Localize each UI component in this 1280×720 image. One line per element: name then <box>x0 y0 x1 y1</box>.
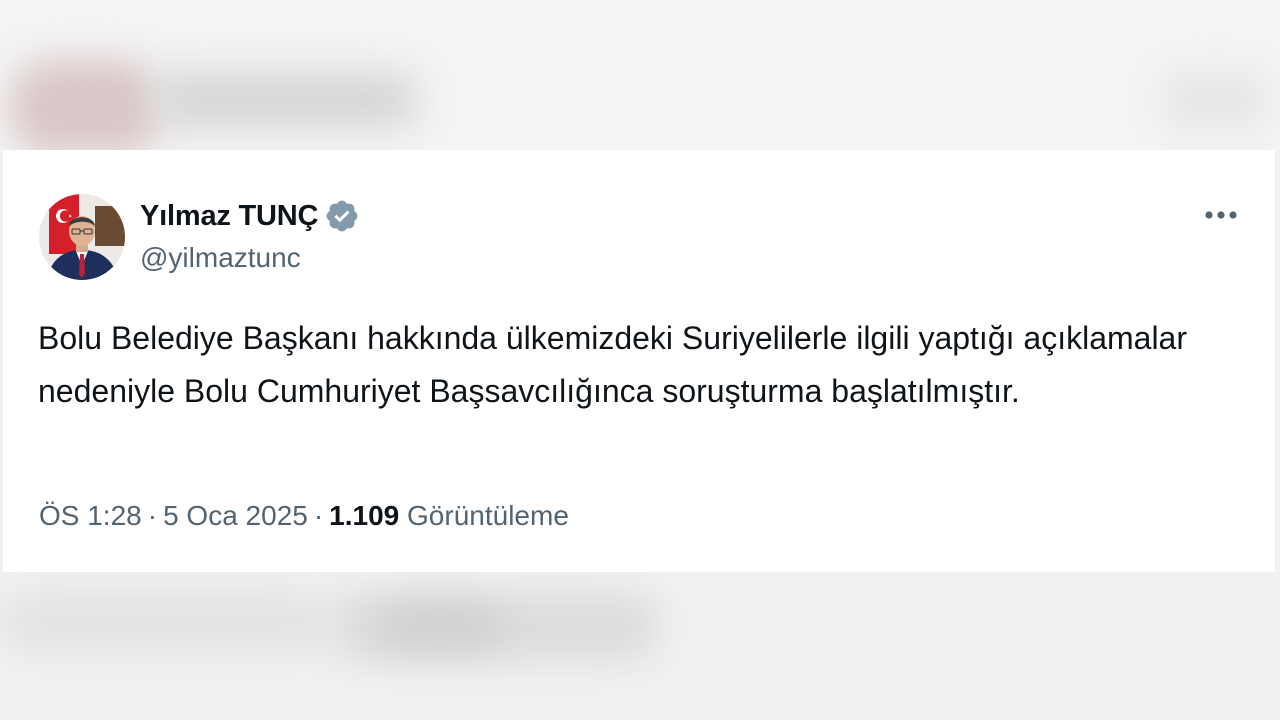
tweet-metadata: ÖS 1:28 · 5 Oca 2025 · 1.109 Görüntüleme <box>39 500 569 532</box>
tweet-text: Bolu Belediye Başkanı hakkında ülkemizde… <box>38 320 1187 409</box>
verified-badge-icon[interactable] <box>324 198 360 234</box>
tweet-card: Yılmaz TUNÇ @yilmaztunc Bolu Belediye Ba… <box>3 150 1275 572</box>
blur-shape <box>1160 70 1270 130</box>
blurred-background-bottom <box>0 572 1280 720</box>
views-count[interactable]: 1.109 <box>329 500 399 531</box>
blurred-background-top <box>0 0 1280 150</box>
author-handle[interactable]: @yilmaztunc <box>140 242 301 274</box>
views-label[interactable]: Görüntüleme <box>407 500 569 531</box>
blur-shape <box>380 607 500 647</box>
author-display-name[interactable]: Yılmaz TUNÇ <box>140 200 318 233</box>
separator-dot: · <box>147 500 158 531</box>
author-name-row: Yılmaz TUNÇ <box>140 196 360 236</box>
blur-shape <box>0 592 330 652</box>
separator-dot: · <box>313 500 324 531</box>
tweet-date[interactable]: 5 Oca 2025 <box>163 500 308 531</box>
more-options-button[interactable] <box>1195 196 1247 234</box>
blur-shape <box>10 60 160 150</box>
tweet-time[interactable]: ÖS 1:28 <box>39 500 142 531</box>
avatar[interactable] <box>39 194 125 280</box>
avatar-portrait-image <box>39 194 125 280</box>
blur-shape <box>150 70 420 130</box>
more-horizontal-icon <box>1205 211 1237 219</box>
